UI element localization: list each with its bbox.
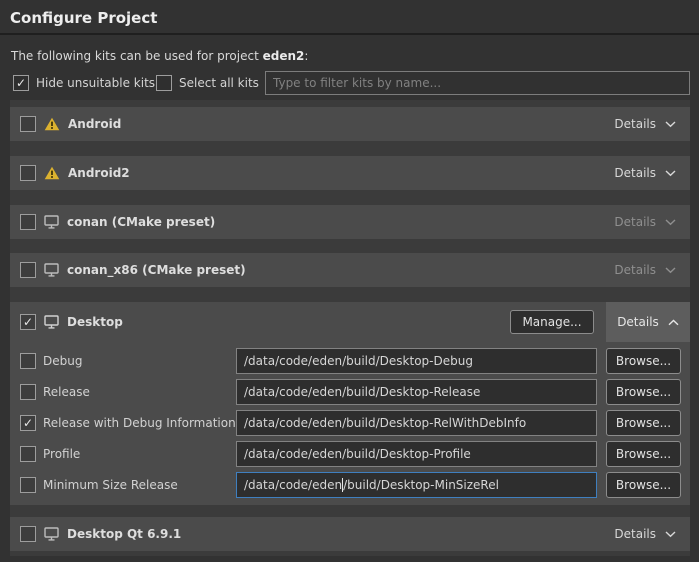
config-label: Minimum Size Release [43, 472, 178, 498]
kit-row-android2: Android2 Details [10, 156, 690, 190]
chevron-down-icon [665, 170, 676, 177]
kit-name: Android2 [68, 166, 130, 180]
checkmark-icon: ✓ [23, 417, 33, 429]
kit-name: conan_x86 (CMake preset) [67, 263, 246, 277]
config-checkbox[interactable]: ✓ [20, 415, 36, 431]
details-label: Details [614, 215, 656, 229]
kit-checkbox[interactable] [20, 214, 36, 230]
chevron-down-icon [665, 219, 676, 226]
kit-row-header: Desktop Qt 6.9.1 [10, 517, 690, 551]
chevron-down-icon [665, 121, 676, 128]
chevron-down-icon [665, 531, 676, 538]
chevron-down-icon [665, 267, 676, 274]
build-dir-input-focused[interactable]: /data/code/eden/build/Desktop-MinSizeRel [236, 472, 597, 498]
build-config-row-release: Release Browse... [10, 379, 690, 405]
details-toggle[interactable]: Details [600, 107, 690, 141]
config-label: Release with Debug Information [43, 410, 236, 436]
kit-row-header: conan_x86 (CMake preset) [10, 253, 690, 287]
kit-row-desktop: ✓ Desktop Manage... Details Debug Browse… [10, 302, 690, 505]
desktop-icon [44, 315, 59, 329]
config-checkbox[interactable] [20, 477, 36, 493]
kit-filter-input[interactable] [265, 71, 690, 95]
details-label: Details [614, 263, 656, 277]
kit-name: Android [68, 117, 121, 131]
details-toggle[interactable]: Details [600, 156, 690, 190]
build-config-row-relwithdebinfo: ✓ Release with Debug Information Browse.… [10, 410, 690, 436]
build-config-row-minsizerel: Minimum Size Release /data/code/eden/bui… [10, 472, 690, 498]
details-toggle: Details [600, 205, 690, 239]
browse-button[interactable]: Browse... [606, 472, 681, 498]
select-all-label: Select all kits [179, 76, 259, 90]
config-label: Release [43, 379, 90, 405]
kits-description-suffix: : [304, 49, 308, 63]
chevron-up-icon [668, 319, 679, 326]
warning-icon [44, 117, 60, 131]
page-title: Configure Project [10, 9, 157, 27]
kit-name: conan (CMake preset) [67, 215, 215, 229]
build-dir-input[interactable] [236, 441, 597, 467]
config-checkbox[interactable] [20, 353, 36, 369]
kit-checkbox[interactable]: ✓ [20, 314, 36, 330]
checkmark-icon: ✓ [16, 77, 26, 89]
kit-row-header: Android2 [10, 156, 690, 190]
build-config-row-profile: Profile Browse... [10, 441, 690, 467]
config-label: Profile [43, 441, 80, 467]
desktop-icon [44, 215, 59, 229]
kits-description: The following kits can be used for proje… [11, 49, 308, 63]
build-dir-input[interactable] [236, 379, 597, 405]
config-checkbox[interactable] [20, 384, 36, 400]
hide-unsuitable-checkbox[interactable]: ✓ [13, 75, 29, 91]
kits-description-prefix: The following kits can be used for proje… [11, 49, 263, 63]
browse-button[interactable]: Browse... [606, 348, 681, 374]
checkmark-icon: ✓ [23, 316, 33, 328]
details-label: Details [614, 166, 656, 180]
details-toggle[interactable]: Details [606, 302, 690, 342]
kit-checkbox[interactable] [20, 165, 36, 181]
build-dir-input[interactable] [236, 410, 597, 436]
config-label: Debug [43, 348, 82, 374]
desktop-icon [44, 527, 59, 541]
hide-unsuitable-group: ✓ Hide unsuitable kits [13, 75, 155, 91]
build-config-row-debug: Debug Browse... [10, 348, 690, 374]
browse-button[interactable]: Browse... [606, 441, 681, 467]
kit-checkbox[interactable] [20, 116, 36, 132]
kit-row-desktop-qt: Desktop Qt 6.9.1 Details [10, 517, 690, 551]
config-checkbox[interactable] [20, 446, 36, 462]
kit-checkbox[interactable] [20, 526, 36, 542]
desktop-icon [44, 263, 59, 277]
select-all-group: Select all kits [156, 75, 259, 91]
hide-unsuitable-label: Hide unsuitable kits [36, 76, 155, 90]
details-label: Details [614, 527, 656, 541]
configure-project-page: { "window": { "title": "Configure Projec… [0, 0, 699, 562]
kit-checkbox[interactable] [20, 262, 36, 278]
kit-name: Desktop Qt 6.9.1 [67, 527, 181, 541]
browse-button[interactable]: Browse... [606, 379, 681, 405]
kit-row-conan-x86: conan_x86 (CMake preset) Details [10, 253, 690, 287]
project-name: eden2 [263, 49, 305, 63]
kit-row-header: Android [10, 107, 690, 141]
kit-row-android: Android Details [10, 107, 690, 141]
title-separator [0, 33, 699, 35]
kit-list: Android Details Android2 Details [10, 100, 690, 556]
kit-name: Desktop [67, 315, 123, 329]
details-label: Details [617, 315, 659, 329]
details-toggle[interactable]: Details [600, 517, 690, 551]
details-label: Details [614, 117, 656, 131]
path-text-before-cursor: /data/code/eden [244, 478, 342, 492]
path-text-after-cursor: /build/Desktop-MinSizeRel [343, 478, 499, 492]
details-toggle: Details [600, 253, 690, 287]
warning-icon [44, 166, 60, 180]
browse-button[interactable]: Browse... [606, 410, 681, 436]
kit-row-conan: conan (CMake preset) Details [10, 205, 690, 239]
build-dir-input[interactable] [236, 348, 597, 374]
kit-row-header: conan (CMake preset) [10, 205, 690, 239]
manage-button[interactable]: Manage... [510, 310, 594, 334]
select-all-checkbox[interactable] [156, 75, 172, 91]
